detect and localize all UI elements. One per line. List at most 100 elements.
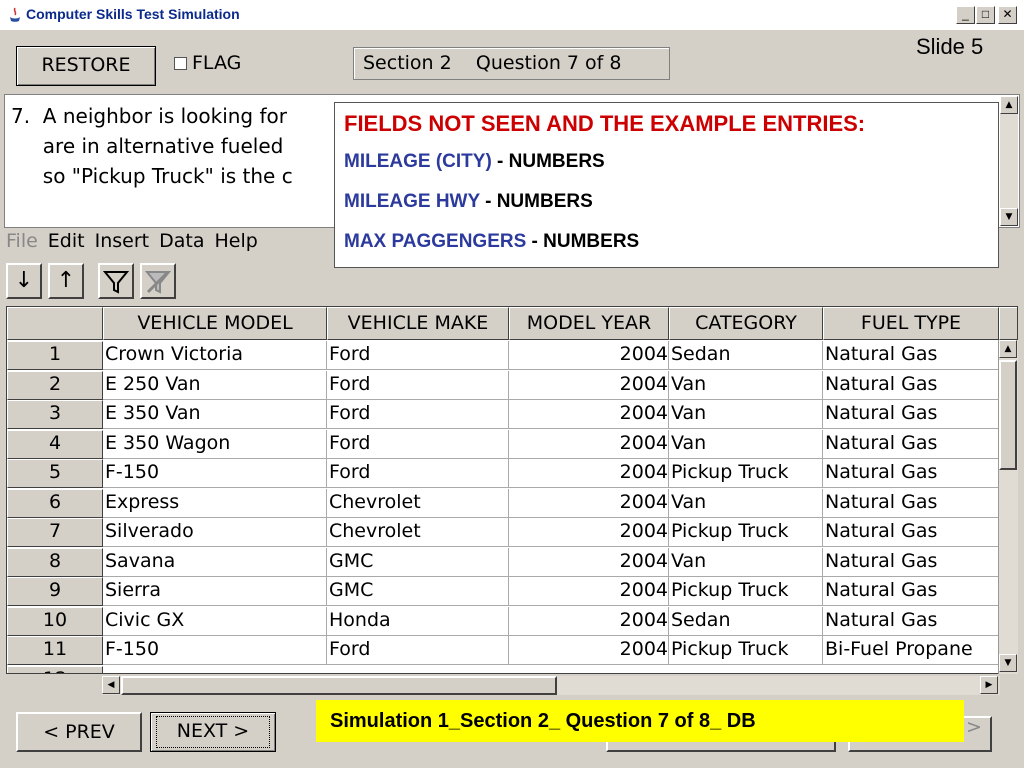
table-cell[interactable]: 2004 — [509, 636, 669, 665]
table-cell[interactable]: Ford — [327, 636, 509, 665]
table-cell[interactable]: Ford — [327, 400, 509, 429]
fields-callout: FIELDS NOT SEEN AND THE EXAMPLE ENTRIES:… — [334, 102, 999, 268]
prev-button[interactable]: < PREV — [16, 712, 142, 752]
column-header[interactable]: FUEL TYPE — [823, 307, 999, 340]
table-cell[interactable]: 2004 — [509, 518, 669, 547]
row-number[interactable]: 8 — [7, 547, 103, 577]
restore-button[interactable]: RESTORE — [16, 46, 156, 86]
table-cell[interactable]: Natural Gas — [823, 341, 999, 370]
table-cell[interactable]: Savana — [103, 547, 327, 577]
row-number[interactable]: 2 — [7, 370, 103, 400]
table-cell[interactable]: 2004 — [509, 459, 669, 488]
table-cell[interactable]: Sierra — [103, 577, 327, 606]
menu-edit[interactable]: Edit — [48, 230, 85, 252]
table-cell[interactable]: Van — [669, 400, 823, 429]
table-cell[interactable]: E 250 Van — [103, 370, 327, 400]
maximize-button[interactable]: □ — [976, 6, 995, 24]
table-cell[interactable]: Sedan — [669, 606, 823, 636]
scroll-down-icon[interactable]: ▼ — [1000, 208, 1018, 226]
table-cell[interactable]: Sedan — [669, 341, 823, 370]
table-cell[interactable]: Chevrolet — [327, 518, 509, 547]
next-button[interactable]: NEXT > — [150, 712, 276, 752]
table-cell[interactable]: Honda — [327, 606, 509, 636]
column-header[interactable]: VEHICLE MODEL — [103, 307, 327, 340]
table-cell[interactable]: 2004 — [509, 577, 669, 606]
table-cell[interactable]: Van — [669, 488, 823, 518]
scroll-up-icon[interactable]: ▲ — [1000, 96, 1018, 114]
minimize-button[interactable]: _ — [956, 6, 975, 24]
table-cell[interactable]: E 350 Wagon — [103, 429, 327, 459]
vertical-scroll-thumb[interactable] — [999, 360, 1017, 470]
filter-button[interactable] — [98, 263, 134, 299]
table-cell[interactable]: Silverado — [103, 518, 327, 547]
table-cell[interactable]: Bi-Fuel Propane — [823, 636, 999, 665]
table-cell[interactable]: Pickup Truck — [669, 636, 823, 665]
table-cell[interactable]: 2004 — [509, 606, 669, 636]
scroll-down-icon[interactable]: ▼ — [999, 654, 1017, 672]
row-number[interactable]: 4 — [7, 429, 103, 459]
row-number[interactable]: 11 — [7, 636, 103, 665]
table-cell[interactable]: Pickup Truck — [669, 459, 823, 488]
table-cell[interactable]: F-150 — [103, 459, 327, 488]
table-cell[interactable]: 2004 — [509, 400, 669, 429]
row-number[interactable]: 9 — [7, 577, 103, 606]
row-number[interactable]: 5 — [7, 459, 103, 488]
table-cell[interactable]: Natural Gas — [823, 606, 999, 636]
table-cell[interactable]: Natural Gas — [823, 488, 999, 518]
sort-ascending-button[interactable]: ↑ — [48, 263, 84, 299]
table-cell[interactable]: 2004 — [509, 370, 669, 400]
table-cell[interactable]: Ford — [327, 370, 509, 400]
table-cell[interactable]: Chevrolet — [327, 488, 509, 518]
table-cell[interactable]: Express — [103, 488, 327, 518]
scroll-up-icon[interactable]: ▲ — [999, 340, 1017, 358]
table-cell[interactable]: Natural Gas — [823, 370, 999, 400]
table-cell[interactable]: 2004 — [509, 341, 669, 370]
table-cell[interactable]: GMC — [327, 577, 509, 606]
table-cell[interactable]: Natural Gas — [823, 429, 999, 459]
table-cell[interactable]: Van — [669, 429, 823, 459]
table-cell[interactable]: Ford — [327, 459, 509, 488]
table-cell[interactable]: F-150 — [103, 636, 327, 665]
scroll-left-icon[interactable]: ◀ — [102, 676, 120, 694]
row-number[interactable]: 7 — [7, 518, 103, 547]
remove-filter-button[interactable] — [140, 263, 176, 299]
column-header[interactable]: MODEL YEAR — [509, 307, 669, 340]
column-header[interactable]: VEHICLE MAKE — [327, 307, 509, 340]
table-cell[interactable]: Natural Gas — [823, 400, 999, 429]
table-cell[interactable]: Van — [669, 547, 823, 577]
table-cell[interactable]: E 350 Van — [103, 400, 327, 429]
table-cell[interactable]: 2004 — [509, 547, 669, 577]
table-cell[interactable]: 2004 — [509, 488, 669, 518]
question-scrollbar[interactable]: ▲ ▼ — [1000, 96, 1018, 226]
close-button[interactable]: ✕ — [998, 6, 1017, 24]
horizontal-scroll-thumb[interactable] — [121, 676, 557, 695]
row-number[interactable]: 1 — [7, 341, 103, 370]
row-number[interactable]: 10 — [7, 606, 103, 636]
table-cell[interactable]: Ford — [327, 429, 509, 459]
table-cell[interactable]: Crown Victoria — [103, 341, 327, 370]
sort-descending-button[interactable]: ↓ — [6, 263, 42, 299]
filter-icon — [102, 271, 130, 294]
flag-checkbox[interactable] — [174, 57, 187, 70]
table-cell[interactable]: Natural Gas — [823, 577, 999, 606]
menu-insert[interactable]: Insert — [95, 230, 150, 252]
column-header[interactable]: CATEGORY — [669, 307, 823, 340]
table-cell[interactable]: GMC — [327, 547, 509, 577]
row-number[interactable]: 12 — [7, 665, 103, 673]
menu-data[interactable]: Data — [159, 230, 204, 252]
menu-file[interactable]: File — [6, 230, 38, 252]
menu-help[interactable]: Help — [214, 230, 257, 252]
table-cell[interactable]: 2004 — [509, 429, 669, 459]
table-cell[interactable]: Natural Gas — [823, 518, 999, 547]
scroll-right-icon[interactable]: ▶ — [980, 676, 998, 694]
table-cell[interactable]: Van — [669, 370, 823, 400]
table-cell[interactable]: Civic GX — [103, 606, 327, 636]
row-number[interactable]: 3 — [7, 400, 103, 429]
table-cell[interactable]: Pickup Truck — [669, 518, 823, 547]
table-cell[interactable]: Natural Gas — [823, 459, 999, 488]
callout-line: MILEAGE HWY - NUMBERS — [344, 191, 998, 213]
table-cell[interactable]: Ford — [327, 341, 509, 370]
table-cell[interactable]: Pickup Truck — [669, 577, 823, 606]
table-cell[interactable]: Natural Gas — [823, 547, 999, 577]
row-number[interactable]: 6 — [7, 488, 103, 518]
